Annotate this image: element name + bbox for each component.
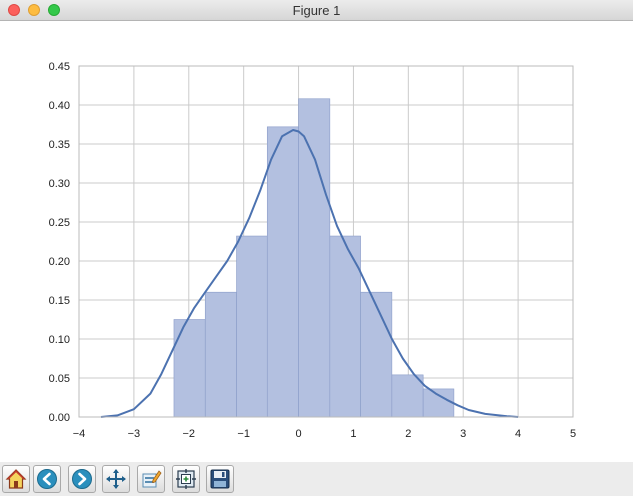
histogram-bar bbox=[204, 291, 237, 418]
x-tick-label: 4 bbox=[515, 428, 521, 440]
arrow-left-icon bbox=[37, 469, 57, 489]
pan-button[interactable] bbox=[102, 465, 130, 493]
y-tick-label: 0.40 bbox=[49, 100, 70, 112]
save-button[interactable] bbox=[206, 465, 234, 493]
home-icon bbox=[5, 469, 27, 489]
histogram-bar bbox=[391, 374, 424, 418]
move-arrows-icon bbox=[106, 469, 126, 489]
y-tick-label: 0.35 bbox=[49, 139, 70, 151]
x-tick-label: 1 bbox=[350, 428, 356, 440]
configure-subplots-button[interactable] bbox=[137, 465, 165, 493]
y-tick-label: 0.05 bbox=[49, 373, 70, 385]
y-tick-label: 0.45 bbox=[49, 61, 70, 73]
y-tick-label: 0.15 bbox=[49, 295, 70, 307]
arrow-right-icon bbox=[72, 469, 92, 489]
floppy-disk-icon bbox=[210, 469, 230, 489]
title-bar[interactable]: Figure 1 bbox=[0, 0, 633, 21]
histogram-chart: −4 −3 −2 −1 0 1 2 3 4 5 0.00 0.05 0.10 0.15 0.20 0.25 0.… bbox=[49, 61, 576, 440]
histogram-bar bbox=[266, 126, 299, 418]
y-tick-label: 0.25 bbox=[49, 217, 70, 229]
histogram-bar bbox=[422, 388, 455, 418]
x-tick-label: 0 bbox=[295, 428, 301, 440]
x-tick-label: 5 bbox=[570, 428, 576, 440]
zoom-rect-icon bbox=[176, 469, 196, 489]
edit-subplots-icon bbox=[142, 470, 162, 488]
histogram-bar bbox=[173, 319, 206, 418]
y-tick-label: 0.00 bbox=[49, 412, 70, 424]
x-tick-label: −3 bbox=[128, 428, 141, 440]
y-tick-label: 0.20 bbox=[49, 256, 70, 268]
forward-button[interactable] bbox=[68, 465, 96, 493]
x-tick-label: 2 bbox=[405, 428, 411, 440]
zoom-button[interactable] bbox=[172, 465, 200, 493]
home-button[interactable] bbox=[2, 465, 30, 493]
window-title: Figure 1 bbox=[292, 3, 341, 18]
navigation-toolbar bbox=[0, 462, 633, 496]
x-tick-label: −1 bbox=[237, 428, 250, 440]
histogram-bar bbox=[298, 98, 331, 418]
figure-canvas[interactable]: −4 −3 −2 −1 0 1 2 3 4 5 0.00 0.05 0.10 0.15 0.20 0.25 0.… bbox=[0, 21, 633, 462]
histogram-bar bbox=[360, 291, 393, 418]
x-tick-label: −2 bbox=[183, 428, 196, 440]
x-tick-label: 3 bbox=[460, 428, 466, 440]
y-tick-label: 0.10 bbox=[49, 334, 70, 346]
y-tick-label: 0.30 bbox=[49, 178, 70, 190]
figure-window: Figure 1 −4 −3 −2 −1 0 1 2 3 4 5 0.00 0.05 0.10 0.15 0… bbox=[0, 0, 633, 496]
back-button[interactable] bbox=[33, 465, 61, 493]
histogram-bar bbox=[236, 235, 268, 418]
x-tick-label: −4 bbox=[73, 428, 86, 440]
